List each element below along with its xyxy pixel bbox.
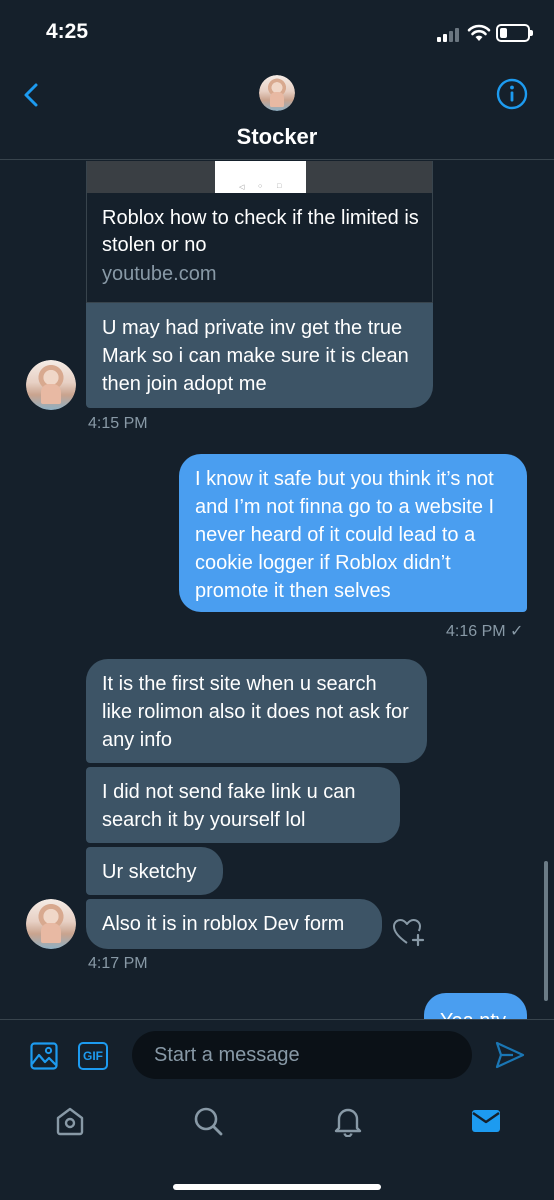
- image-icon[interactable]: [30, 1042, 58, 1070]
- contact-name[interactable]: Stocker: [0, 124, 554, 150]
- message-bubble[interactable]: Ur sketchy: [86, 847, 223, 895]
- scrollbar[interactable]: [544, 861, 548, 1001]
- message-timestamp: 4:17 PM: [88, 955, 148, 972]
- message-composer: GIF: [0, 1019, 554, 1089]
- link-preview-card[interactable]: ◁ ○ □ Roblox how to check if the limited i…: [86, 161, 433, 303]
- message-input[interactable]: [132, 1031, 472, 1079]
- wifi-icon: [467, 24, 491, 41]
- message-bubble[interactable]: Yea nty: [424, 993, 527, 1019]
- message-thread[interactable]: ◁ ○ □ Roblox how to check if the limited i…: [0, 161, 554, 1019]
- link-title: Roblox how to check if the limited is st…: [102, 207, 419, 256]
- contact-avatar[interactable]: [259, 75, 295, 111]
- message-timestamp: 4:16 PM ✓: [446, 623, 524, 640]
- contact-avatar-small[interactable]: [26, 360, 76, 410]
- message-timestamp: 4:15 PM: [88, 415, 148, 432]
- notifications-icon[interactable]: [332, 1105, 364, 1137]
- message-bubble[interactable]: It is the first site when u search like …: [86, 659, 427, 763]
- messages-icon[interactable]: [470, 1105, 502, 1137]
- add-reaction-icon[interactable]: [392, 917, 426, 947]
- message-bubble[interactable]: I know it safe but you think it’s not an…: [179, 454, 527, 612]
- home-icon[interactable]: [54, 1105, 86, 1137]
- message-bubble[interactable]: Also it is in roblox Dev form: [86, 899, 382, 949]
- link-domain: youtube.com: [102, 263, 217, 285]
- bottom-tab-bar: [0, 1089, 554, 1200]
- link-thumbnail: ◁ ○ □: [87, 161, 432, 193]
- home-indicator: [173, 1184, 381, 1190]
- signal-icon: [437, 26, 463, 42]
- search-icon[interactable]: [192, 1105, 224, 1137]
- gif-icon[interactable]: GIF: [78, 1042, 108, 1070]
- info-icon[interactable]: [496, 78, 528, 110]
- status-time: 4:25: [46, 20, 89, 43]
- contact-avatar-small[interactable]: [26, 899, 76, 949]
- battery-icon: [496, 24, 533, 42]
- status-bar: 4:25: [0, 0, 554, 62]
- back-icon[interactable]: [20, 82, 44, 108]
- conversation-header: Stocker: [0, 62, 554, 160]
- send-icon[interactable]: [495, 1040, 525, 1070]
- message-bubble[interactable]: I did not send fake link u can search it…: [86, 767, 400, 843]
- message-bubble[interactable]: U may had private inv get the true Mark …: [86, 303, 433, 408]
